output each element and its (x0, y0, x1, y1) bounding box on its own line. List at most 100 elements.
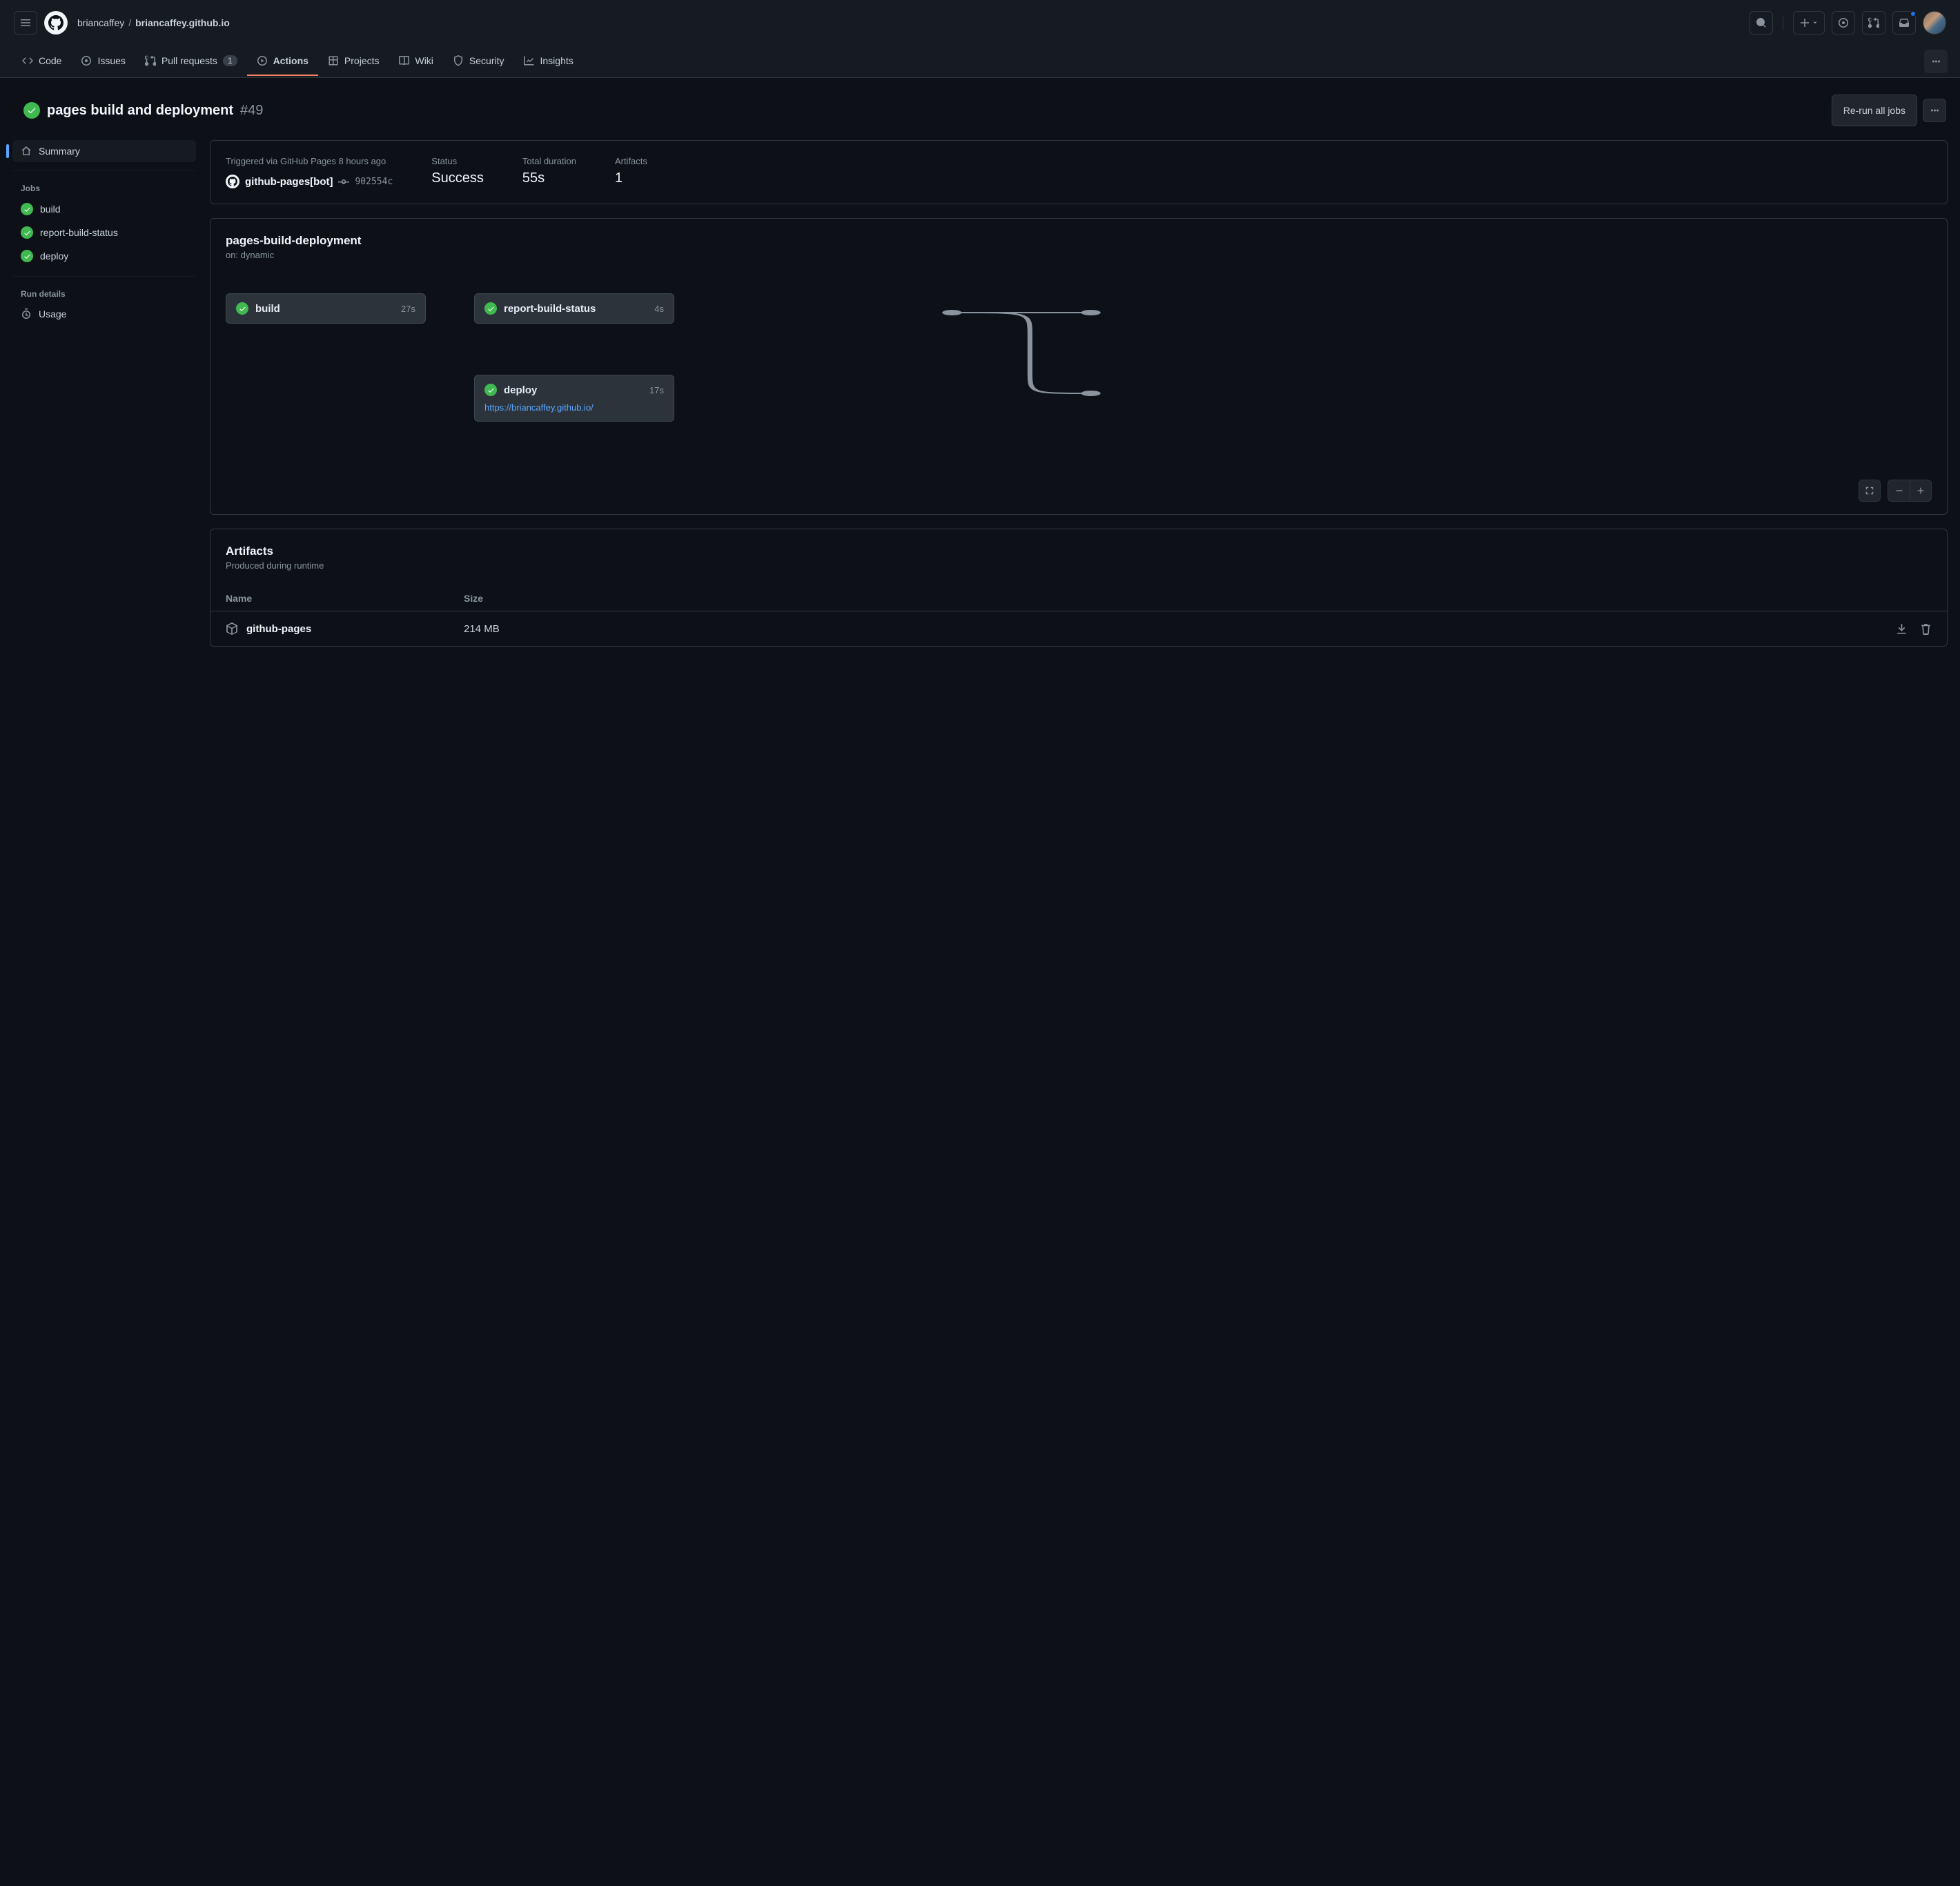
status-label: Status (431, 156, 484, 166)
breadcrumb-owner[interactable]: briancaffey (77, 17, 124, 28)
breadcrumb-repo[interactable]: briancaffey.github.io (135, 17, 230, 28)
workflow-node-deploy[interactable]: deploy 17s https://briancaffey.github.io… (474, 375, 674, 422)
fullscreen-icon (1865, 486, 1874, 495)
artifacts-col-name: Name (226, 593, 464, 604)
workflow-node-label: build (255, 303, 394, 315)
sidebar-heading-run-details: Run details (12, 285, 196, 303)
workflow-node-time: 17s (649, 385, 664, 395)
sidebar-item-usage[interactable]: Usage (12, 303, 196, 325)
trash-icon[interactable] (1920, 623, 1932, 635)
git-pull-request-icon (1868, 17, 1879, 28)
pr-count: 1 (223, 55, 237, 66)
notification-dot (1910, 10, 1917, 17)
caret-down-icon (1812, 17, 1819, 28)
status-value: Success (431, 170, 484, 186)
breadcrumb: briancaffey / briancaffey.github.io (77, 17, 230, 28)
workflow-node-label: deploy (504, 384, 643, 396)
workflow-graph-panel: pages-build-deployment on: dynamic build… (210, 218, 1948, 515)
artifacts-value: 1 (615, 170, 647, 186)
sidebar-heading-jobs: Jobs (12, 179, 196, 197)
commit-icon (338, 176, 349, 187)
table-icon (328, 55, 339, 66)
tab-wiki[interactable]: Wiki (389, 47, 442, 76)
artifacts-subtitle: Produced during runtime (226, 560, 1932, 571)
kebab-icon (1929, 105, 1940, 116)
tab-security[interactable]: Security (443, 47, 514, 76)
sidebar-item-summary[interactable]: Summary (12, 140, 196, 162)
sidebar-job-label: build (40, 204, 61, 215)
sidebar-item-label: Summary (39, 146, 80, 157)
pull-requests-tray-button[interactable] (1862, 11, 1885, 35)
triggered-text: Triggered via GitHub Pages 8 hours ago (226, 156, 393, 166)
sidebar-job-label: report-build-status (40, 227, 118, 238)
hamburger-button[interactable] (14, 11, 37, 35)
issues-tray-button[interactable] (1832, 11, 1855, 35)
check-icon (21, 203, 33, 215)
tabs-overflow-button[interactable] (1924, 50, 1948, 73)
record-icon (1838, 17, 1849, 28)
github-logo[interactable] (44, 11, 68, 35)
workflow-title: pages-build-deployment (226, 234, 1932, 248)
actor-name[interactable]: github-pages[bot] (245, 176, 333, 188)
plus-icon (1916, 486, 1925, 495)
artifact-name[interactable]: github-pages (246, 623, 311, 635)
workflow-node-build[interactable]: build 27s (226, 293, 426, 324)
artifacts-label: Artifacts (615, 156, 647, 166)
check-icon (21, 226, 33, 239)
search-icon (1756, 17, 1767, 28)
sidebar-item-label: Usage (39, 308, 66, 320)
check-icon (21, 250, 33, 262)
book-icon (398, 55, 409, 66)
kebab-icon (1930, 56, 1941, 67)
minus-icon (1894, 486, 1904, 495)
git-pull-request-icon (145, 55, 156, 66)
sidebar-job-report-build-status[interactable]: report-build-status (12, 221, 196, 244)
tab-code[interactable]: Code (12, 47, 71, 76)
fullscreen-button[interactable] (1859, 480, 1881, 502)
status-success-icon (23, 102, 40, 119)
check-icon (484, 302, 497, 315)
artifact-row: github-pages 214 MB (210, 611, 1947, 646)
tab-projects[interactable]: Projects (318, 47, 389, 76)
download-icon[interactable] (1896, 623, 1908, 635)
issue-icon (81, 55, 92, 66)
zoom-out-button[interactable] (1888, 480, 1910, 502)
tab-actions[interactable]: Actions (247, 47, 318, 76)
plus-icon (1799, 17, 1810, 28)
tab-issues[interactable]: Issues (71, 47, 135, 76)
notifications-button[interactable] (1892, 11, 1916, 35)
zoom-in-button[interactable] (1910, 480, 1932, 502)
artifacts-title: Artifacts (226, 544, 1932, 558)
deploy-url-link[interactable]: https://briancaffey.github.io/ (484, 402, 594, 413)
workflow-node-time: 4s (654, 304, 664, 314)
run-options-button[interactable] (1923, 99, 1946, 122)
workflow-node-report-build-status[interactable]: report-build-status 4s (474, 293, 674, 324)
package-icon (226, 622, 238, 635)
create-new-button[interactable] (1793, 11, 1825, 35)
check-icon (236, 302, 248, 315)
tab-insights[interactable]: Insights (514, 47, 583, 76)
graph-icon (524, 55, 535, 66)
home-icon (21, 146, 32, 157)
run-number: #49 (240, 103, 263, 119)
artifacts-col-size: Size (464, 593, 1876, 604)
sidebar-job-label: deploy (40, 251, 68, 262)
duration-label: Total duration (522, 156, 576, 166)
sidebar-job-build[interactable]: build (12, 197, 196, 221)
shield-icon (453, 55, 464, 66)
tab-pull-requests[interactable]: Pull requests1 (135, 47, 247, 76)
search-button[interactable] (1750, 11, 1773, 35)
commit-sha[interactable]: 902554c (355, 177, 393, 187)
rerun-all-jobs-button[interactable]: Re-run all jobs (1832, 95, 1917, 126)
code-icon (22, 55, 33, 66)
workflow-subtitle: on: dynamic (226, 250, 1932, 260)
check-icon (484, 384, 497, 396)
run-metadata-panel: Triggered via GitHub Pages 8 hours ago g… (210, 140, 1948, 204)
user-avatar[interactable] (1923, 11, 1946, 35)
play-icon (257, 55, 268, 66)
inbox-icon (1899, 17, 1910, 28)
stopwatch-icon (21, 308, 32, 320)
page-title: pages build and deployment (47, 103, 233, 119)
workflow-node-label: report-build-status (504, 303, 647, 315)
sidebar-job-deploy[interactable]: deploy (12, 244, 196, 268)
